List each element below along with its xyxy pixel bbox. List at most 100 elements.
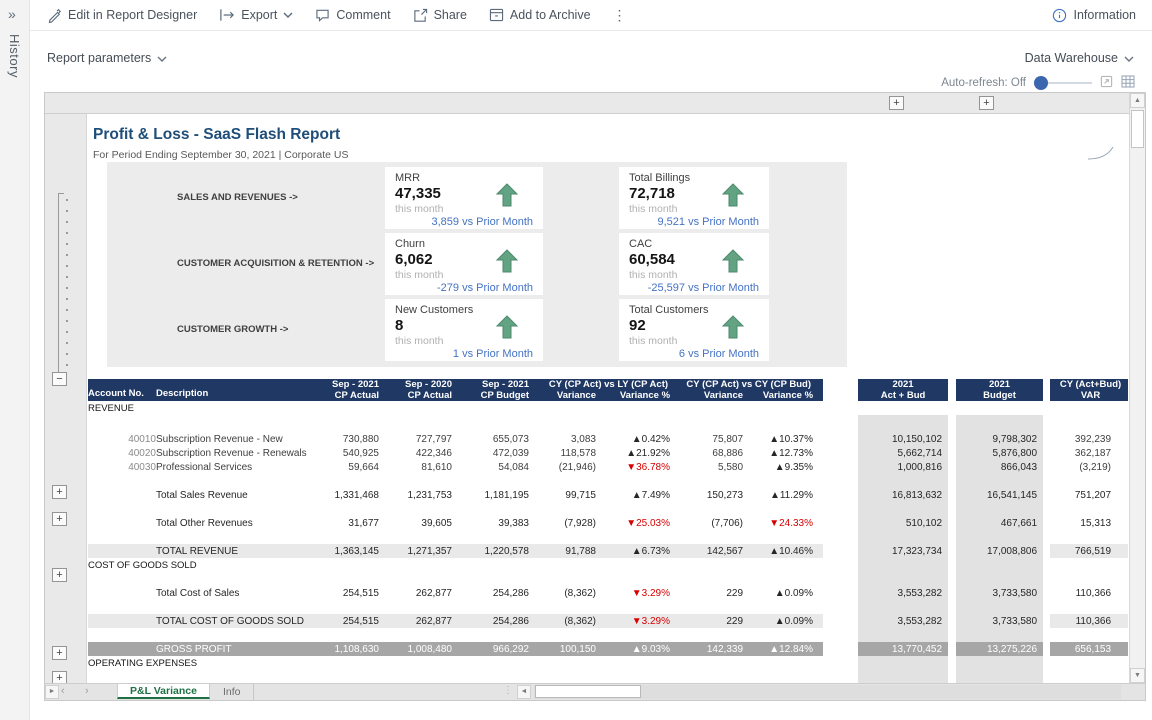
- table-row[interactable]: 40030Professional Services59,66481,61054…: [88, 460, 1128, 474]
- cell[interactable]: [823, 460, 858, 474]
- cell[interactable]: [956, 670, 1043, 683]
- kpi-card-mrr[interactable]: MRR 47,335 this month 3,859 vs Prior Mon…: [385, 167, 543, 229]
- cell[interactable]: [306, 628, 823, 642]
- cell[interactable]: [858, 600, 948, 614]
- auto-refresh-toggle[interactable]: [1034, 76, 1092, 90]
- kpi-card-new-customers[interactable]: New Customers 8 this month 1 vs Prior Mo…: [385, 299, 543, 361]
- cell[interactable]: (8,362): [533, 586, 606, 600]
- cell[interactable]: 142,339: [680, 642, 753, 656]
- cell[interactable]: [306, 572, 823, 586]
- cell[interactable]: [823, 446, 858, 460]
- cell[interactable]: 751,207: [1050, 488, 1128, 502]
- table-row[interactable]: [88, 474, 1128, 488]
- tab-overflow-icon[interactable]: ⋮: [503, 685, 513, 696]
- cell[interactable]: [948, 446, 956, 460]
- cell[interactable]: 1,231,753: [383, 488, 456, 502]
- kpi-card-cac[interactable]: CAC 60,584 this month -25,597 vs Prior M…: [619, 233, 769, 295]
- cell[interactable]: [1043, 656, 1050, 670]
- row-collapse-button[interactable]: −: [52, 372, 67, 386]
- cell[interactable]: ▲9.35%: [753, 460, 823, 474]
- cell[interactable]: Total Cost of Sales: [156, 586, 306, 600]
- cell[interactable]: [1050, 600, 1128, 614]
- cell[interactable]: ▲6.73%: [606, 544, 680, 558]
- table-row[interactable]: TOTAL COST OF GOODS SOLD254,515262,87725…: [88, 614, 1128, 628]
- cell[interactable]: [1043, 488, 1050, 502]
- cell[interactable]: 540,925: [306, 446, 383, 460]
- cell[interactable]: [948, 600, 956, 614]
- cell[interactable]: 13,275,226: [956, 642, 1043, 656]
- cell[interactable]: [1043, 670, 1050, 683]
- cell[interactable]: [956, 502, 1043, 516]
- cell[interactable]: 866,043: [956, 460, 1043, 474]
- column-header[interactable]: Variance %: [606, 390, 680, 401]
- cell[interactable]: (21,946): [533, 460, 606, 474]
- cell[interactable]: [306, 401, 823, 415]
- cell[interactable]: 1,220,578: [456, 544, 533, 558]
- cell[interactable]: [956, 628, 1043, 642]
- column-header[interactable]: CY (Act+Bud): [1050, 379, 1128, 390]
- table-row[interactable]: Total Sales Revenue1,331,4681,231,7531,1…: [88, 488, 1128, 502]
- cell[interactable]: 254,286: [456, 614, 533, 628]
- cell[interactable]: [88, 516, 156, 530]
- tab-info[interactable]: Info: [211, 684, 254, 701]
- table-row[interactable]: 40010Subscription Revenue - New730,88072…: [88, 432, 1128, 446]
- cell[interactable]: (7,928): [533, 516, 606, 530]
- vertical-scrollbar[interactable]: ▲ ▼: [1129, 93, 1145, 683]
- cell[interactable]: 966,292: [456, 642, 533, 656]
- cell[interactable]: [956, 474, 1043, 488]
- cell[interactable]: 1,271,357: [383, 544, 456, 558]
- cell[interactable]: [88, 670, 306, 683]
- cell[interactable]: [823, 488, 858, 502]
- scroll-down-button[interactable]: ▼: [1130, 668, 1145, 683]
- cell[interactable]: [1043, 432, 1050, 446]
- column-header[interactable]: CY (CP Act) vs CY (CP Bud): [680, 379, 823, 390]
- cell[interactable]: ▲7.49%: [606, 488, 680, 502]
- table-row[interactable]: [88, 502, 1128, 516]
- cell[interactable]: [858, 415, 948, 432]
- cell[interactable]: [823, 600, 858, 614]
- cell[interactable]: 422,346: [383, 446, 456, 460]
- cell[interactable]: Subscription Revenue - New: [156, 432, 306, 446]
- cell[interactable]: COST OF GOODS SOLD: [88, 558, 306, 572]
- history-tab[interactable]: History: [7, 34, 22, 78]
- cell[interactable]: 5,876,800: [956, 446, 1043, 460]
- cell[interactable]: 31,677: [306, 516, 383, 530]
- cell[interactable]: 229: [680, 586, 753, 600]
- column-header[interactable]: Budget: [956, 390, 1043, 401]
- cell[interactable]: [948, 502, 956, 516]
- table-row[interactable]: Total Other Revenues31,67739,60539,383(7…: [88, 516, 1128, 530]
- cell[interactable]: [1050, 572, 1128, 586]
- cell[interactable]: [956, 600, 1043, 614]
- add-to-archive-button[interactable]: Add to Archive: [489, 8, 591, 22]
- cell[interactable]: [306, 530, 823, 544]
- cell[interactable]: [88, 502, 306, 516]
- cell[interactable]: 40020: [88, 446, 156, 460]
- cell[interactable]: [88, 614, 156, 628]
- cell[interactable]: [948, 558, 956, 572]
- table-row[interactable]: Total Cost of Sales254,515262,877254,286…: [88, 586, 1128, 600]
- cell[interactable]: (7,706): [680, 516, 753, 530]
- prev-sheet-arrow[interactable]: ‹: [61, 685, 65, 697]
- cell[interactable]: [306, 474, 823, 488]
- horizontal-scrollbar[interactable]: [534, 685, 1121, 699]
- cell[interactable]: [948, 656, 956, 670]
- cell[interactable]: [858, 530, 948, 544]
- cell[interactable]: [306, 502, 823, 516]
- cell[interactable]: [88, 544, 156, 558]
- cell[interactable]: [88, 642, 156, 656]
- edit-in-designer-button[interactable]: Edit in Report Designer: [47, 8, 197, 23]
- cell[interactable]: [948, 415, 956, 432]
- column-header[interactable]: CY (CP Act) vs LY (CP Act): [533, 379, 680, 390]
- cell[interactable]: (8,362): [533, 614, 606, 628]
- row-expand-button[interactable]: +: [52, 512, 67, 526]
- cell[interactable]: 40010: [88, 432, 156, 446]
- cell[interactable]: [823, 415, 858, 432]
- table-row[interactable]: [88, 530, 1128, 544]
- kpi-card-total-billings[interactable]: Total Billings 72,718 this month 9,521 v…: [619, 167, 769, 229]
- row-expand-button[interactable]: +: [52, 646, 67, 660]
- cell[interactable]: 656,153: [1050, 642, 1128, 656]
- cell[interactable]: [823, 401, 858, 415]
- cell[interactable]: [948, 474, 956, 488]
- cell[interactable]: [956, 572, 1043, 586]
- cell[interactable]: [858, 572, 948, 586]
